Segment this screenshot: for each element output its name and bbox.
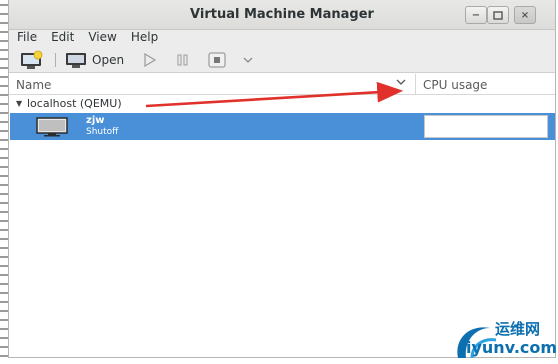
- vm-row[interactable]: zjw Shutoff: [10, 113, 555, 140]
- minimize-button[interactable]: −: [465, 6, 487, 24]
- menu-help[interactable]: Help: [124, 30, 165, 46]
- play-icon: [144, 52, 157, 68]
- shutdown-dropdown[interactable]: [242, 50, 254, 70]
- new-vm-icon: [21, 50, 43, 69]
- vm-state: Shutoff: [86, 127, 119, 137]
- close-button[interactable]: ×: [514, 6, 536, 24]
- connection-label: localhost (QEMU): [27, 97, 122, 110]
- chevron-down-icon: [396, 79, 406, 85]
- chevron-down-icon: [243, 57, 253, 63]
- expander-triangle-icon[interactable]: ▼: [16, 99, 22, 108]
- run-button[interactable]: [142, 50, 158, 70]
- connection-row[interactable]: ▼ localhost (QEMU): [9, 95, 555, 113]
- column-divider[interactable]: [415, 74, 416, 95]
- menu-file[interactable]: File: [9, 30, 44, 46]
- vm-manager-window: Virtual Machine Manager − × File Edit Vi…: [8, 0, 556, 358]
- open-button[interactable]: Open: [65, 50, 124, 70]
- open-label: Open: [92, 53, 125, 67]
- cpu-usage-graph: [424, 115, 548, 138]
- new-vm-button[interactable]: [19, 50, 45, 70]
- watermark-text-url: iyunv.com: [466, 338, 558, 357]
- maximize-icon: [493, 10, 503, 20]
- menu-view[interactable]: View: [81, 30, 123, 46]
- shutdown-button[interactable]: [208, 50, 226, 70]
- name-column-header[interactable]: Name: [16, 78, 51, 92]
- toolbar-separator: [55, 53, 56, 67]
- pause-icon: [177, 54, 188, 66]
- stop-icon: [208, 52, 226, 68]
- maximize-button[interactable]: [487, 6, 509, 24]
- vm-name: zjw: [86, 115, 105, 126]
- menu-bar: File Edit View Help: [9, 30, 555, 46]
- column-header: Name CPU usage: [9, 74, 555, 95]
- watermark-text-cn: 运维网: [495, 320, 541, 338]
- title-bar[interactable]: Virtual Machine Manager − ×: [9, 0, 555, 30]
- menu-edit[interactable]: Edit: [44, 30, 81, 46]
- vm-monitor-icon: [36, 117, 70, 140]
- cpu-usage-column-header[interactable]: CPU usage: [423, 78, 487, 92]
- toolbar: Open: [9, 46, 555, 73]
- name-column-menu[interactable]: [395, 76, 407, 91]
- pause-button[interactable]: [175, 50, 191, 70]
- monitor-icon: [66, 53, 86, 68]
